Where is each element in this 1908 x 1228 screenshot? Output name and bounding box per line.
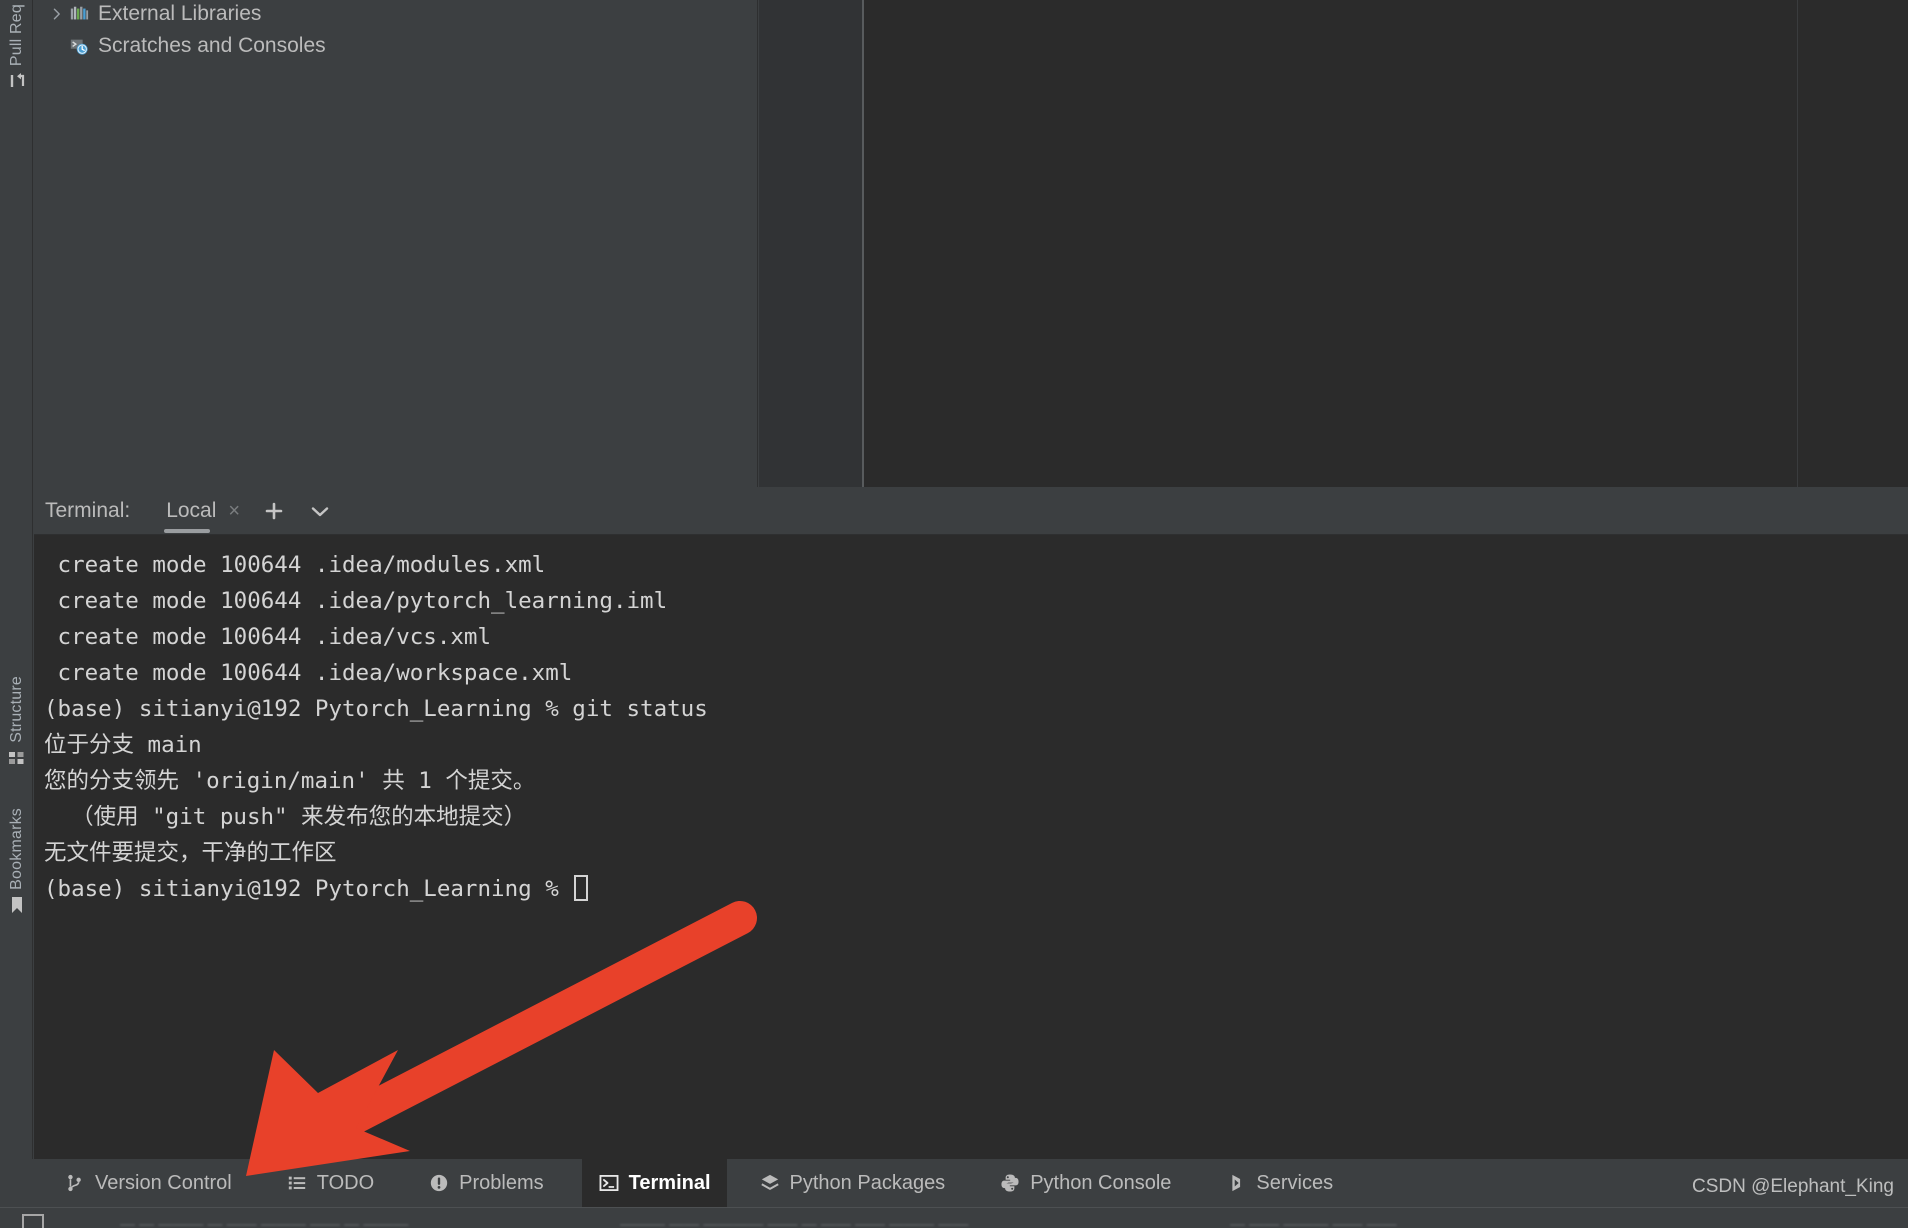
sidebar-item-label: Version Control — [95, 1171, 232, 1194]
rail-item-label: Pull Req — [7, 4, 25, 67]
sidebar-item-python-packages[interactable]: Python Packages — [743, 1159, 962, 1207]
terminal-prompt-text: (base) sitianyi@192 Pytorch_Learning % — [44, 876, 573, 902]
terminal-title-label: Terminal: — [45, 498, 131, 522]
chevron-right-icon[interactable] — [46, 3, 68, 25]
warning-circle-icon — [428, 1172, 450, 1194]
structure-icon — [8, 749, 26, 767]
rail-item-label: Structure — [7, 676, 25, 743]
rail-item-label: Bookmarks — [7, 808, 25, 890]
terminal-tab-active-underline — [164, 528, 211, 533]
terminal-prompt-icon — [598, 1172, 620, 1194]
terminal-line: create mode 100644 .idea/vcs.xml — [44, 624, 492, 650]
tool-window-bar: Version Control TODO Problems Terminal P… — [0, 1159, 1908, 1207]
sidebar-item-todo[interactable]: TODO — [270, 1159, 390, 1207]
library-bars-icon — [68, 3, 90, 25]
terminal-line: (base) sitianyi@192 Pytorch_Learning % g… — [44, 696, 708, 722]
left-tool-rail: Pull Req Structure Bookmarks — [0, 0, 33, 1192]
play-hex-icon — [1225, 1172, 1247, 1194]
tree-node-label: Scratches and Consoles — [98, 34, 326, 57]
terminal-line: create mode 100644 .idea/pytorch_learnin… — [44, 588, 668, 614]
sidebar-item-label: TODO — [316, 1171, 375, 1194]
sidebar-item-label: Python Packages — [789, 1171, 946, 1194]
layers-icon — [759, 1172, 781, 1194]
bookmark-icon — [8, 896, 26, 914]
terminal-tool-window: Terminal: Local × create mode 100644 .id… — [34, 487, 1908, 1192]
clipped-text: — — ——— — —— ——— —— — ——— — [120, 1216, 409, 1228]
terminal-options-button[interactable] — [302, 493, 338, 529]
tree-node-label: External Libraries — [98, 2, 262, 25]
clipped-text: — —— ——— —— —— — [1230, 1216, 1397, 1228]
terminal-cursor — [574, 875, 589, 901]
terminal-header: Terminal: Local × — [34, 487, 1908, 535]
rail-item-structure[interactable]: Structure — [0, 676, 33, 767]
terminal-tab-label: Local — [166, 498, 217, 522]
terminal-line: create mode 100644 .idea/workspace.xml — [44, 660, 573, 686]
list-icon — [286, 1172, 308, 1194]
terminal-line: create mode 100644 .idea/modules.xml — [44, 552, 546, 578]
sidebar-item-label: Problems — [459, 1171, 544, 1194]
terminal-line: 位于分支 main — [44, 732, 202, 758]
rail-item-pull-requests[interactable]: Pull Req — [0, 4, 33, 90]
rail-item-bookmarks[interactable]: Bookmarks — [0, 808, 33, 914]
sidebar-item-terminal[interactable]: Terminal — [581, 1159, 727, 1207]
new-terminal-tab-button[interactable] — [256, 493, 292, 529]
sidebar-item-version-control[interactable]: Version Control — [48, 1159, 248, 1207]
editor-right-margin-line — [1797, 0, 1798, 487]
terminal-line: 无文件要提交，干净的工作区 — [44, 840, 337, 866]
tree-node-external-libraries[interactable]: External Libraries — [34, 0, 757, 30]
csdn-watermark: CSDN @Elephant_King — [1691, 1176, 1894, 1197]
pycharm-window: Pull Req Structure Bookmarks External Li… — [0, 0, 1908, 1228]
python-icon — [999, 1172, 1021, 1194]
sidebar-item-label: Terminal — [628, 1171, 711, 1194]
pull-request-icon — [8, 72, 26, 90]
sidebar-item-label: Services — [1256, 1171, 1334, 1194]
close-icon[interactable]: × — [228, 501, 240, 521]
terminal-line: （使用 "git push" 来发布您的本地提交） — [44, 804, 527, 830]
scratches-clock-icon — [68, 35, 90, 57]
clipped-text: ——— —— ———— —— — —— —— ——— —— — [620, 1216, 969, 1228]
terminal-prompt-line: (base) sitianyi@192 Pytorch_Learning % — [44, 871, 1908, 907]
editor-area[interactable] — [864, 0, 1908, 487]
terminal-tab-local[interactable]: Local × — [158, 487, 246, 535]
terminal-line: 您的分支领先 'origin/main' 共 1 个提交。 — [44, 768, 536, 794]
sidebar-item-label: Python Console — [1030, 1171, 1172, 1194]
branch-icon — [64, 1172, 86, 1194]
project-tool-window: External Libraries Scratches and Console… — [34, 0, 758, 487]
sidebar-item-python-console[interactable]: Python Console — [983, 1159, 1187, 1207]
sidebar-item-services[interactable]: Services — [1209, 1159, 1349, 1207]
sidebar-item-problems[interactable]: Problems — [412, 1159, 559, 1207]
terminal-output[interactable]: create mode 100644 .idea/modules.xml cre… — [34, 535, 1908, 1192]
bottom-clipped-row: — — ——— — —— ——— —— — ——— ——— —— ———— ——… — [0, 1207, 1908, 1228]
editor-gutter — [759, 0, 862, 487]
checkbox-icon[interactable] — [22, 1214, 44, 1228]
tree-node-scratches-and-consoles[interactable]: Scratches and Consoles — [34, 30, 757, 62]
